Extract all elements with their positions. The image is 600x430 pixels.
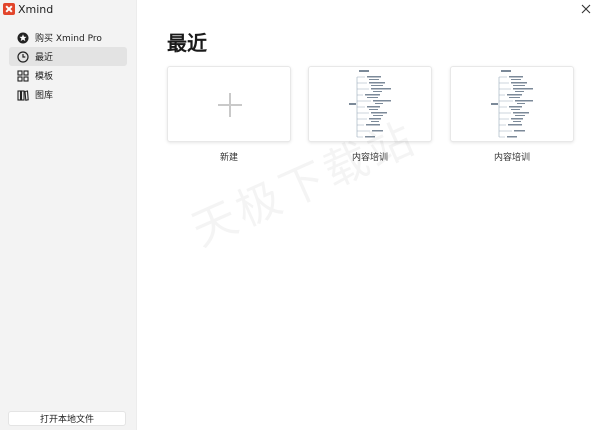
page-title: 最近 [167,31,207,55]
recent-file-card[interactable]: 内容培训 [450,66,574,163]
new-file-thumbnail[interactable] [167,66,291,142]
recent-file-card[interactable]: 内容培训 [308,66,432,163]
sidebar-item-library[interactable]: 图库 [9,85,127,104]
app-title: Xmind [3,2,53,16]
open-local-file-button[interactable]: 打开本地文件 [8,411,126,426]
sidebar-item-label: 最近 [35,53,54,63]
sidebar-item-label: 图库 [35,91,54,101]
card-label: 内容培训 [351,153,388,163]
library-icon [17,89,29,101]
card-label: 内容培训 [493,153,530,163]
file-thumbnail[interactable] [308,66,432,142]
new-file-card[interactable]: 新建 [167,66,291,163]
sidebar: Xmind 购买 Xmind Pro 最近 模板 图库 打开本地文件 [0,0,137,430]
star-badge-icon [17,32,29,44]
mindmap-preview-icon [349,70,391,138]
mindmap-preview-icon [491,70,533,138]
app-name: Xmind [18,2,54,16]
plus-icon [218,93,242,117]
sidebar-nav: 购买 Xmind Pro 最近 模板 图库 [9,28,127,104]
sidebar-item-label: 购买 Xmind Pro [35,34,102,44]
xmind-logo-icon [3,3,15,15]
grid-icon [17,69,29,82]
sidebar-item-buy-pro[interactable]: 购买 Xmind Pro [9,28,127,47]
sidebar-item-label: 模板 [35,72,54,82]
close-icon[interactable] [580,3,592,15]
sidebar-item-recent[interactable]: 最近 [9,47,127,66]
file-thumbnail[interactable] [450,66,574,142]
clock-icon [17,50,29,63]
card-label: 新建 [219,153,238,163]
sidebar-item-templates[interactable]: 模板 [9,66,127,85]
